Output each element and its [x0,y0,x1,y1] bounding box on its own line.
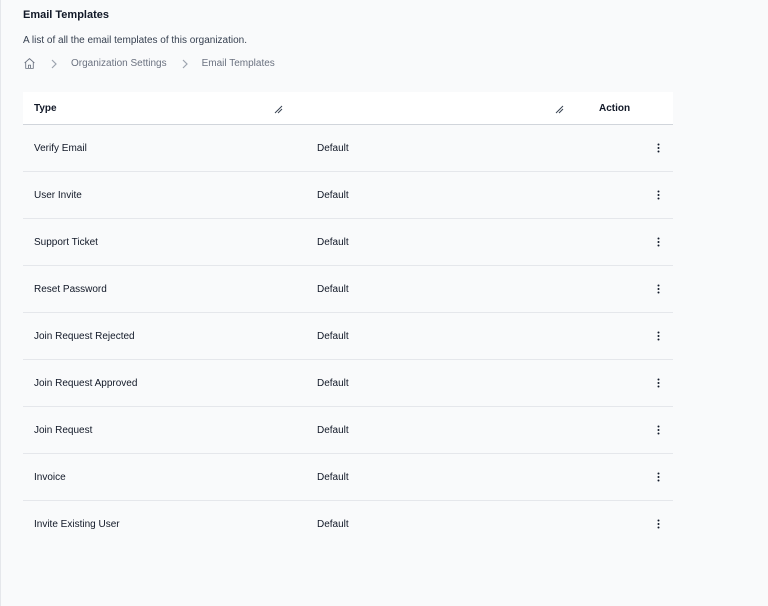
table-row[interactable]: Invite Existing User Default [23,501,673,547]
table-row[interactable]: Join Request Approved Default [23,360,673,407]
table-row[interactable]: Support Ticket Default [23,219,673,266]
table-header: Type Action [23,92,673,125]
template-status: Default [317,237,349,248]
template-type: Invite Existing User [34,519,120,530]
template-status: Default [317,143,349,154]
table-row[interactable]: Verify Email Default [23,125,673,172]
kebab-vertical-icon[interactable] [651,516,665,532]
breadcrumb: Organization Settings Email Templates [23,57,275,70]
table-row[interactable]: Join Request Rejected Default [23,313,673,360]
template-type: Invoice [34,472,66,483]
template-status: Default [317,378,349,389]
template-status: Default [317,190,349,201]
kebab-vertical-icon[interactable] [651,469,665,485]
template-type: Verify Email [34,143,87,154]
template-type: Join Request [34,425,93,436]
kebab-vertical-icon[interactable] [651,140,665,156]
template-status: Default [317,472,349,483]
template-status: Default [317,284,349,295]
kebab-vertical-icon[interactable] [651,187,665,203]
table-row[interactable]: Reset Password Default [23,266,673,313]
table-row[interactable]: Invoice Default [23,454,673,501]
kebab-vertical-icon[interactable] [651,281,665,297]
table-row[interactable]: Join Request Default [23,407,673,454]
template-status: Default [317,331,349,342]
kebab-vertical-icon[interactable] [651,234,665,250]
breadcrumb-email-templates: Email Templates [201,58,275,69]
table-row[interactable]: User Invite Default [23,172,673,219]
column-resize-handle-icon[interactable] [274,105,283,114]
table-body: Verify Email Default User Invite Default Sup… [23,125,673,547]
template-type: User Invite [34,190,82,201]
chevron-right-icon [50,59,58,69]
column-header-type[interactable]: Type [34,103,57,114]
email-templates-table: Type Action Verify Email Default User Invi… [23,92,673,547]
page-title: Email Templates [23,9,109,21]
column-header-action: Action [599,103,631,114]
kebab-vertical-icon[interactable] [651,375,665,391]
template-type: Join Request Approved [34,378,138,389]
kebab-vertical-icon[interactable] [651,422,665,438]
template-status: Default [317,519,349,530]
template-type: Support Ticket [34,237,98,248]
home-icon[interactable] [23,57,36,70]
template-status: Default [317,425,349,436]
breadcrumb-organization-settings[interactable]: Organization Settings [71,58,167,69]
page-description: A list of all the email templates of thi… [23,35,248,46]
column-resize-handle-icon[interactable] [555,105,564,114]
chevron-right-icon [181,59,189,69]
kebab-vertical-icon[interactable] [651,328,665,344]
template-type: Reset Password [34,284,107,295]
template-type: Join Request Rejected [34,331,135,342]
